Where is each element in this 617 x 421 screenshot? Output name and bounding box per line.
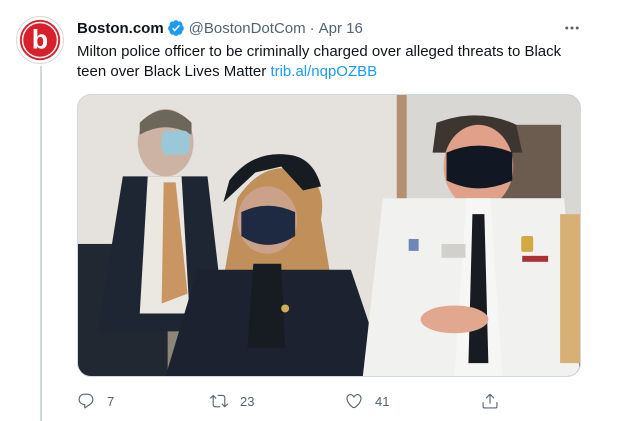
like-button[interactable]: 41 <box>345 389 389 413</box>
share-icon <box>482 393 498 409</box>
retweet-icon <box>210 394 228 408</box>
verified-badge-icon <box>167 20 184 36</box>
thread-line <box>40 66 42 421</box>
like-count: 41 <box>375 393 390 409</box>
svg-text:b: b <box>32 25 48 55</box>
handle[interactable]: @BostonDotCom <box>189 20 306 37</box>
share-button[interactable] <box>481 389 499 413</box>
tweet-text: Milton police officer to be criminally c… <box>77 42 587 82</box>
boston-logo-icon: b <box>19 19 61 61</box>
separator-dot: · <box>309 19 315 37</box>
avatar[interactable]: b <box>16 16 64 64</box>
photo-scene <box>78 95 580 376</box>
tweet-photo[interactable] <box>77 94 581 377</box>
tweet-actions: 7 23 41 <box>77 389 507 413</box>
tweet-date[interactable]: Apr 16 <box>319 20 363 37</box>
tweet-link[interactable]: trib.al/nqpOZBB <box>270 63 377 80</box>
tweet-header: Boston.com @BostonDotCom · Apr 16 <box>77 18 363 38</box>
tweet[interactable]: b Boston.com @BostonDotCom · Apr 16 Milt… <box>0 0 617 421</box>
like-icon <box>346 394 362 409</box>
more-button[interactable] <box>560 16 584 40</box>
reply-count: 7 <box>107 393 115 409</box>
retweet-count: 23 <box>240 393 255 409</box>
more-icon <box>565 26 579 30</box>
reply-button[interactable]: 7 <box>77 389 114 413</box>
display-name[interactable]: Boston.com <box>77 20 164 37</box>
retweet-button[interactable]: 23 <box>210 389 254 413</box>
reply-icon <box>78 393 94 409</box>
